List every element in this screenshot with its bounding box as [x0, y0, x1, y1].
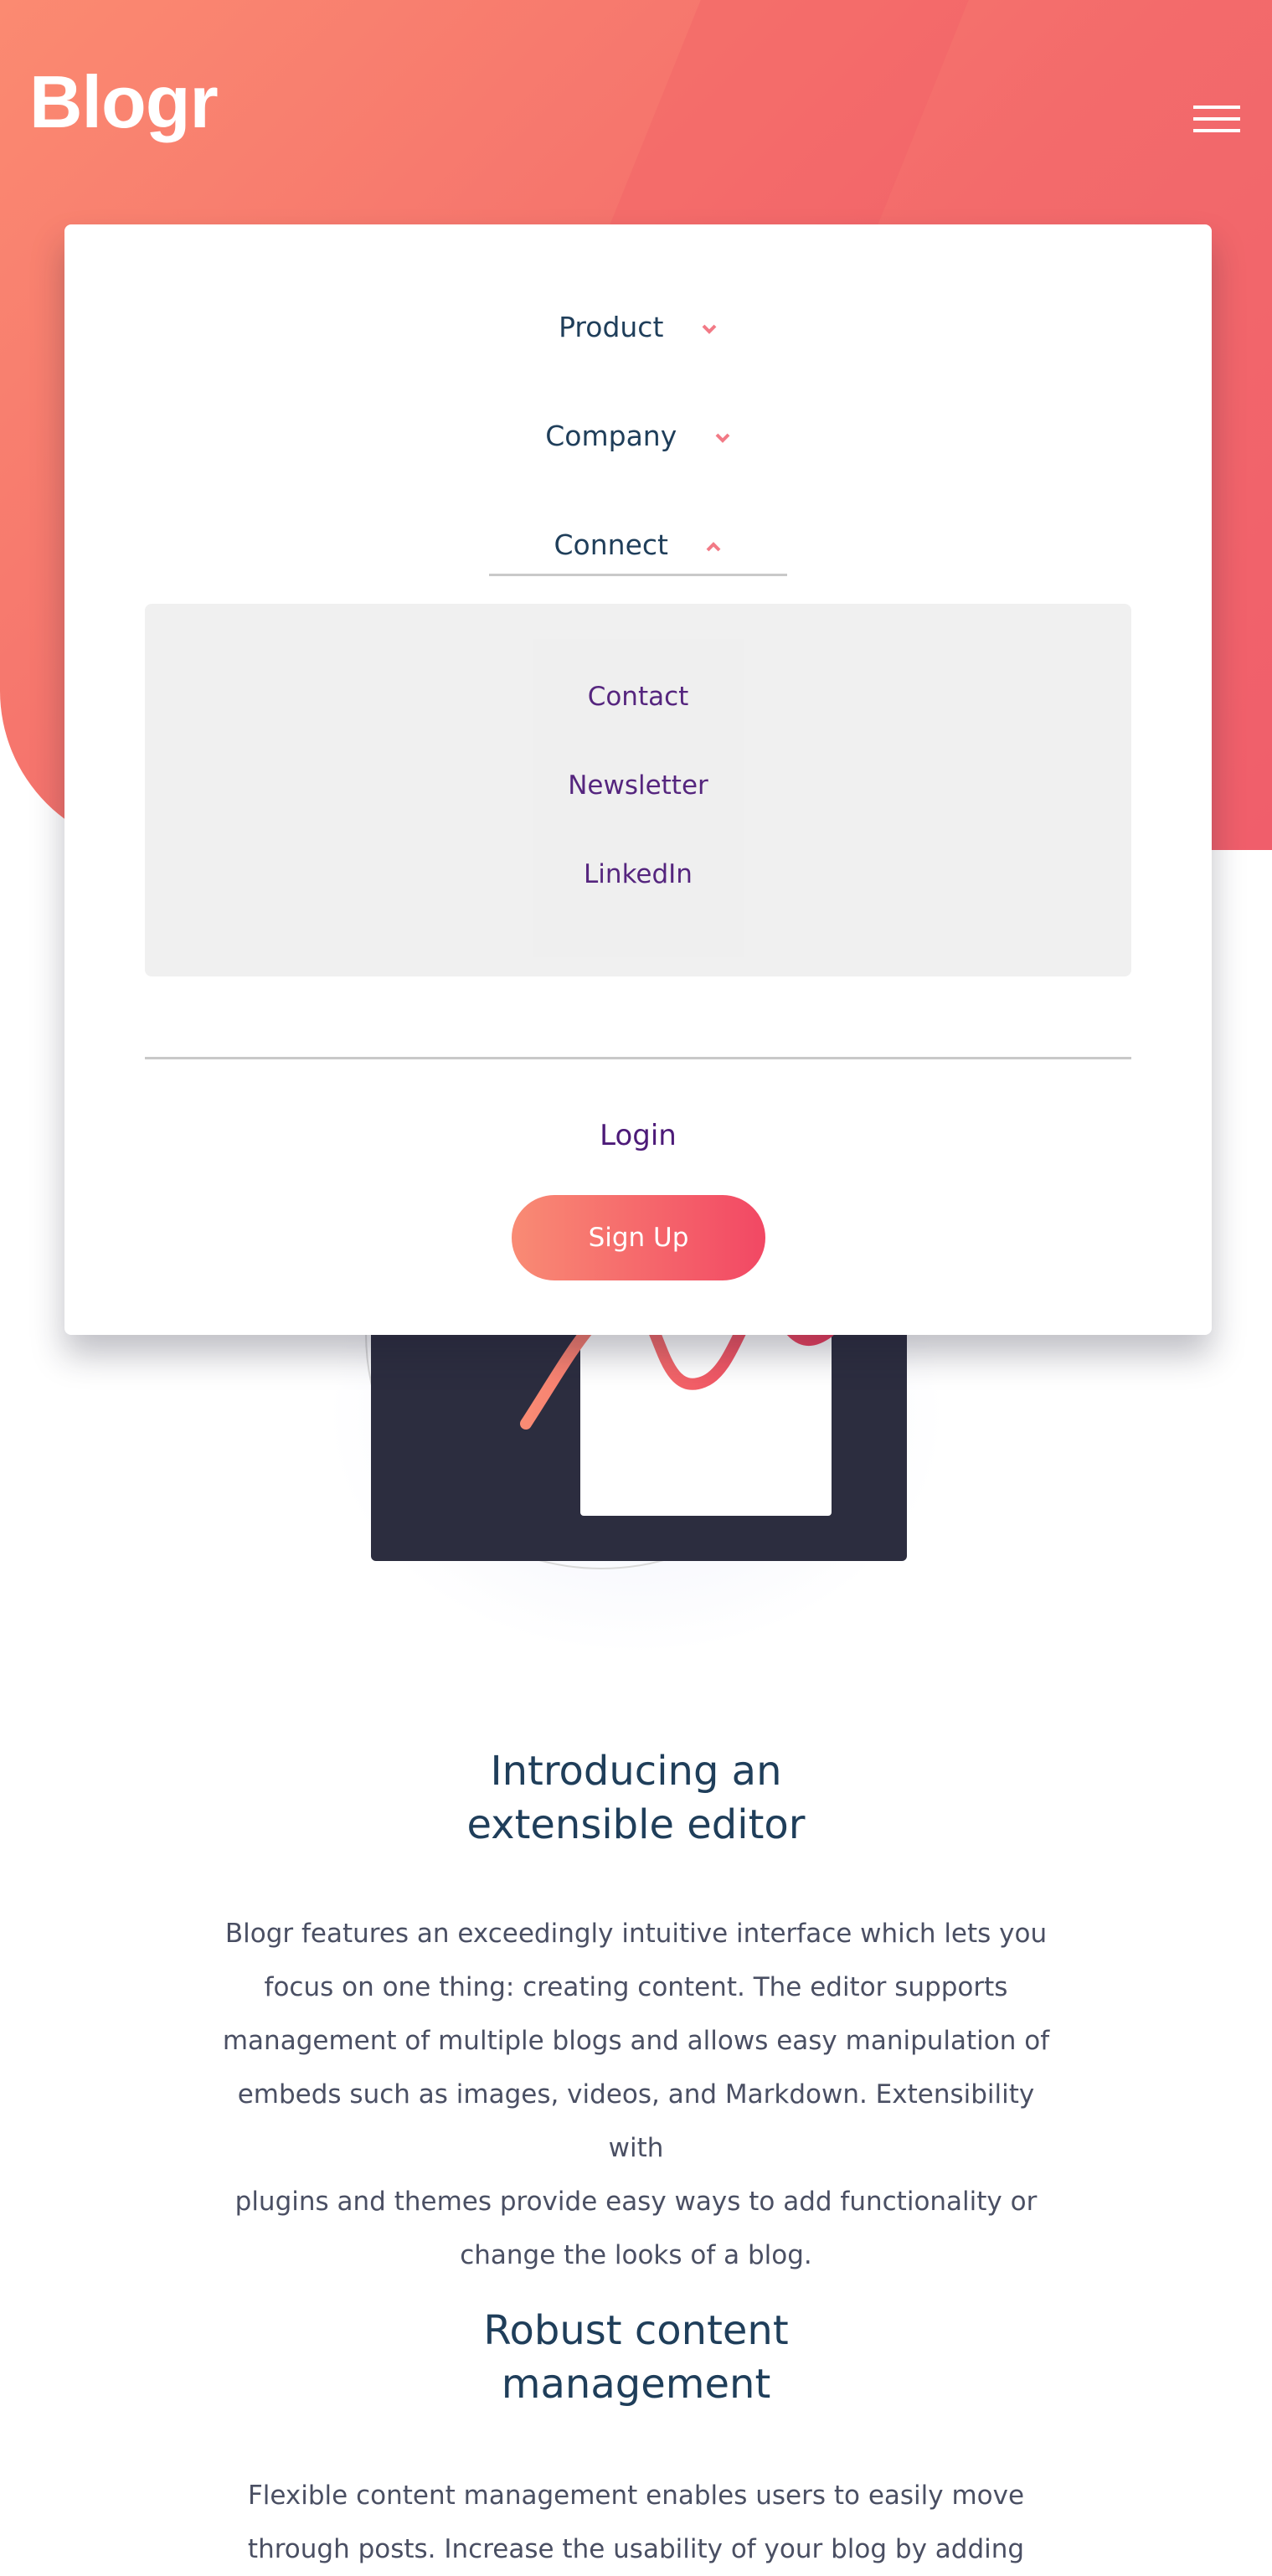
- chevron-down-icon: [715, 433, 730, 443]
- logo[interactable]: Blogr: [29, 65, 219, 139]
- body-line: through posts. Increase the usability of…: [247, 2534, 1025, 2564]
- login-link[interactable]: Login: [64, 1119, 1212, 1152]
- body-line: management of multiple blogs and allows …: [222, 2026, 1050, 2056]
- connect-submenu: Contact Newsletter LinkedIn: [145, 604, 1131, 976]
- submenu-link-contact[interactable]: Contact: [145, 682, 1131, 712]
- body-line: embeds such as images, videos, and Markd…: [237, 2079, 1035, 2163]
- signup-button[interactable]: Sign Up: [512, 1195, 765, 1280]
- body-line: Flexible content management enables user…: [247, 2481, 1025, 2511]
- body-line: plugins and themes provide easy ways to …: [234, 2187, 1038, 2217]
- mobile-menu: Product Company Connect Contact Newslett…: [64, 224, 1212, 1335]
- chevron-down-icon: [702, 324, 717, 334]
- nav-item-company[interactable]: Company: [64, 420, 1212, 452]
- menu-divider: [145, 1057, 1131, 1059]
- section-body-content: Flexible content management enables user…: [209, 2469, 1063, 2576]
- section-body-editor: Blogr features an exceedingly intuitive …: [209, 1907, 1063, 2282]
- section-title-line: management: [501, 2361, 771, 2408]
- section-title-content: Robust content management: [0, 2304, 1272, 2411]
- section-title-line: extensible editor: [466, 1801, 806, 1848]
- hamburger-icon[interactable]: [1193, 106, 1240, 136]
- submenu-link-newsletter[interactable]: Newsletter: [145, 770, 1131, 801]
- section-title-editor: Introducing an extensible editor: [0, 1744, 1272, 1852]
- body-line: change the looks of a blog.: [460, 2240, 812, 2270]
- submenu-link-linkedin[interactable]: LinkedIn: [145, 859, 1131, 889]
- nav-item-product[interactable]: Product: [64, 311, 1212, 343]
- section-title-line: Robust content: [483, 2307, 789, 2354]
- chevron-up-icon: [707, 541, 721, 551]
- active-underline: [489, 574, 787, 576]
- nav-item-label: Connect: [554, 528, 668, 561]
- nav-item-label: Product: [559, 311, 664, 343]
- body-line: Blogr features an exceedingly intuitive …: [224, 1919, 1048, 1949]
- section-title-line: Introducing an: [490, 1748, 782, 1795]
- nav-item-label: Company: [545, 420, 677, 452]
- nav-item-connect[interactable]: Connect: [64, 528, 1212, 561]
- body-line: focus on one thing: creating content. Th…: [264, 1972, 1008, 2002]
